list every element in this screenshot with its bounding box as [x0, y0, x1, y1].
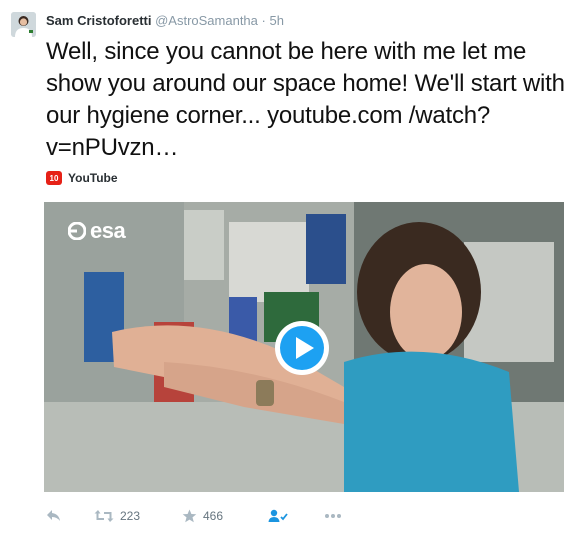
author-username[interactable]: @AstroSamantha	[155, 13, 258, 28]
follow-button[interactable]	[268, 509, 324, 523]
tweet-actions: 223 466	[46, 506, 342, 526]
video-player[interactable]: esa	[44, 202, 564, 492]
star-icon	[182, 509, 197, 522]
more-dots-icon	[325, 514, 341, 518]
favorite-button[interactable]: 466	[182, 509, 268, 524]
header-separator: ·	[261, 13, 266, 28]
tweet-text: Well, since you cannot be here with me l…	[46, 38, 565, 161]
esa-watermark: esa	[68, 218, 126, 244]
more-button[interactable]	[324, 513, 342, 519]
esa-logo-icon	[68, 222, 86, 240]
play-icon	[275, 321, 329, 375]
avatar[interactable]	[11, 12, 36, 37]
retweet-count: 223	[120, 509, 141, 523]
youtube-logo-icon: 10	[46, 171, 62, 185]
reply-button[interactable]	[46, 509, 94, 523]
tweet-timestamp[interactable]: 5h	[270, 13, 284, 28]
tweet-header: Sam Cristoforetti @AstroSamantha · 5h	[46, 12, 284, 30]
tweet-card: Sam Cristoforetti @AstroSamantha · 5h We…	[0, 0, 575, 542]
retweet-button[interactable]: 223	[94, 509, 182, 523]
card-source[interactable]: 10 YouTube	[46, 170, 118, 186]
esa-watermark-text: esa	[90, 218, 126, 243]
retweet-icon	[94, 510, 114, 522]
svg-text:10: 10	[50, 174, 59, 183]
source-label: YouTube	[68, 171, 118, 185]
play-button[interactable]	[274, 320, 330, 376]
favorite-count: 466	[203, 509, 224, 523]
follow-user-icon	[268, 509, 288, 522]
author-fullname[interactable]: Sam Cristoforetti	[46, 13, 151, 28]
reply-icon	[47, 510, 60, 521]
